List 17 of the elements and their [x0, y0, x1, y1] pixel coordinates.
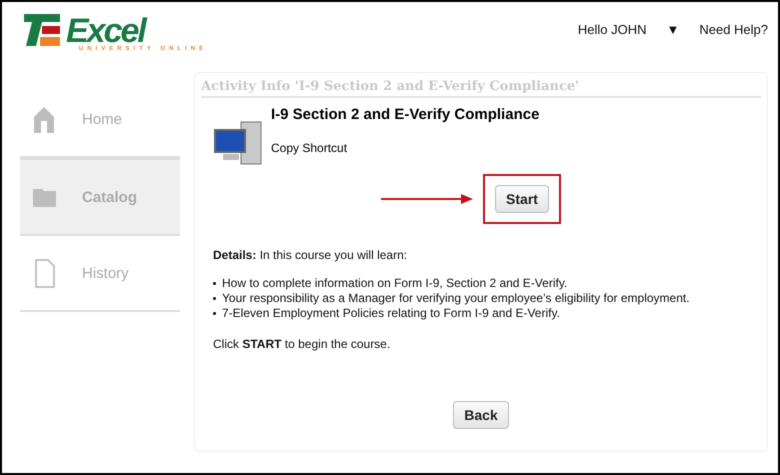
details-text: Details: In this course you will learn:	[212, 248, 408, 262]
bullet-icon	[213, 312, 216, 315]
user-greeting[interactable]: Hello JOHN	[578, 22, 646, 37]
copy-shortcut-link[interactable]: Copy Shortcut	[271, 141, 540, 155]
logo-mark-icon	[22, 12, 62, 48]
list-item: Your responsibility as a Manager for verifying your employee’s eligibility for employment.	[222, 291, 690, 306]
caret-icon[interactable]: ▼	[666, 22, 680, 37]
computer-icon	[213, 120, 263, 166]
back-button[interactable]: Back	[453, 401, 509, 429]
help-link[interactable]: Need Help?	[699, 22, 768, 37]
instruction-text: Click START to begin the course.	[212, 337, 392, 351]
bullet-icon	[213, 297, 216, 300]
list-item: How to complete information on Form I-9, Section 2 and E-Verify.	[222, 276, 568, 291]
course-title: I-9 Section 2 and E-Verify Compliance	[271, 106, 540, 123]
bullet-icon	[213, 282, 216, 285]
start-button[interactable]: Start	[495, 185, 549, 213]
list-item: 7-Eleven Employment Policies relating to Form I-9 and E-Verify.	[222, 306, 560, 321]
